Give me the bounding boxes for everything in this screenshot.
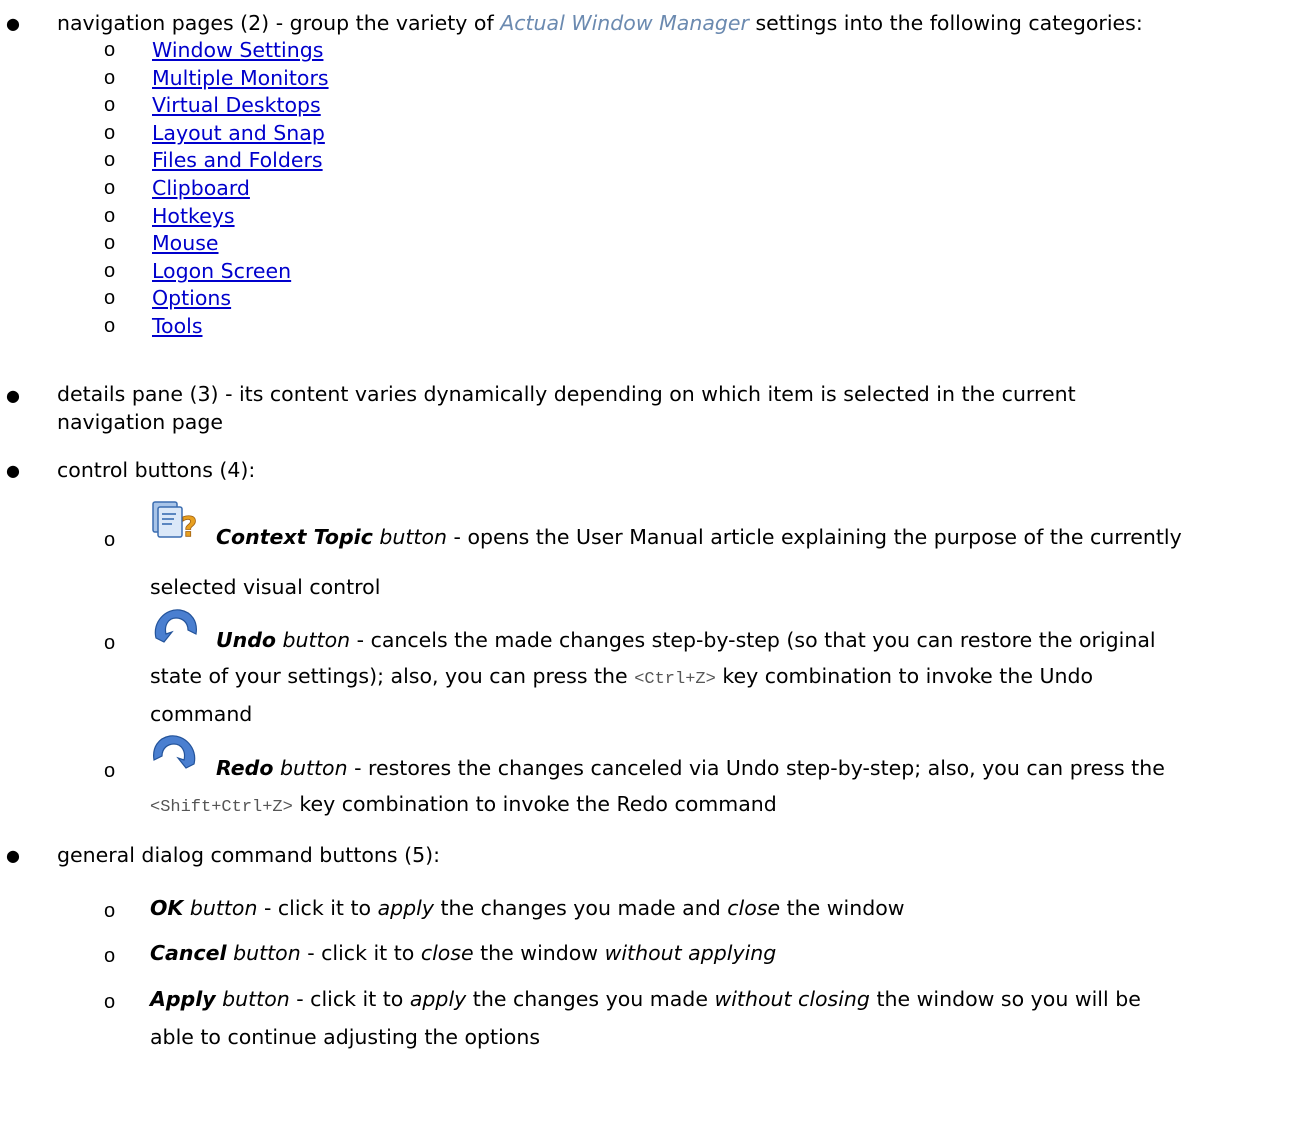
undo-desc: Undo button - cancels the made changes s… — [216, 628, 1156, 652]
bullet: ● — [6, 846, 20, 865]
redo-icon — [153, 735, 196, 769]
key-shift-ctrl-z: <Shift+Ctrl+Z> — [150, 798, 293, 817]
key-ctrl-z: <Ctrl+Z> — [634, 670, 716, 689]
context-topic-desc: Context Topic button - opens the User Ma… — [216, 525, 1182, 549]
sub-bullet: o — [104, 315, 116, 337]
category-link-multiple-monitors[interactable]: Multiple Monitors — [152, 66, 329, 90]
category-link-mouse[interactable]: Mouse — [152, 231, 219, 255]
sub-bullet: o — [104, 945, 116, 967]
bullet: ● — [6, 386, 20, 405]
context-topic-desc-line2: selected visual control — [150, 575, 381, 599]
sub-bullet: o — [104, 66, 116, 89]
sub-bullet: o — [104, 632, 116, 654]
help-page: ● navigation pages (2) - group the varie… — [0, 0, 1309, 1121]
sub-bullet: o — [104, 121, 116, 144]
sub-bullet: o — [104, 149, 116, 172]
sub-bullet: o — [104, 287, 116, 310]
undo-desc-line3: command — [150, 702, 253, 726]
sub-bullet: o — [104, 39, 116, 61]
category-link-files-and-folders[interactable]: Files and Folders — [152, 148, 323, 172]
sub-bullet: o — [104, 177, 116, 199]
bullet: ● — [6, 461, 20, 480]
sub-bullet: o — [104, 900, 116, 922]
category-link-clipboard[interactable]: Clipboard — [152, 176, 250, 200]
bullet: ● — [6, 14, 20, 33]
redo-desc: Redo button - restores the changes cance… — [216, 756, 1165, 780]
category-link-layout-and-snap[interactable]: Layout and Snap — [152, 121, 325, 145]
sub-bullet: o — [104, 259, 116, 282]
sub-bullet: o — [104, 94, 116, 117]
apply-button-desc-line2: able to continue adjusting the options — [150, 1025, 541, 1049]
sub-bullet: o — [104, 760, 116, 782]
sub-bullet: o — [104, 232, 116, 255]
item-dialog-buttons: general dialog command buttons (5): — [57, 843, 441, 867]
svg-text:?: ? — [181, 510, 197, 540]
sub-bullet: o — [104, 991, 116, 1013]
sub-bullet: o — [104, 204, 116, 227]
ok-button-desc: OK button - click it to apply the change… — [150, 896, 905, 920]
undo-icon — [154, 609, 197, 643]
item-details-pane-line2: navigation page — [57, 410, 223, 434]
redo-desc-line2: <Shift+Ctrl+Z> key combination to invoke… — [150, 792, 777, 817]
apply-button-desc: Apply button - click it to apply the cha… — [150, 987, 1141, 1011]
category-link-tools[interactable]: Tools — [152, 314, 203, 338]
sub-bullet: o — [104, 529, 116, 551]
context-topic-icon: ? — [152, 501, 198, 540]
category-link-logon-screen[interactable]: Logon Screen — [152, 259, 291, 283]
category-link-window-settings[interactable]: Window Settings — [152, 38, 323, 62]
item-details-pane-line1: details pane (3) - its content varies dy… — [57, 382, 1076, 406]
category-link-options[interactable]: Options — [152, 286, 231, 310]
item-navigation-pages: navigation pages (2) - group the variety… — [57, 11, 1143, 35]
app-name: Actual Window Manager — [500, 11, 749, 35]
category-link-hotkeys[interactable]: Hotkeys — [152, 204, 235, 228]
item-control-buttons: control buttons (4): — [57, 458, 256, 482]
category-link-virtual-desktops[interactable]: Virtual Desktops — [152, 93, 321, 117]
cancel-button-desc: Cancel button - click it to close the wi… — [150, 941, 777, 965]
undo-desc-line2: state of your settings); also, you can p… — [150, 664, 1094, 689]
